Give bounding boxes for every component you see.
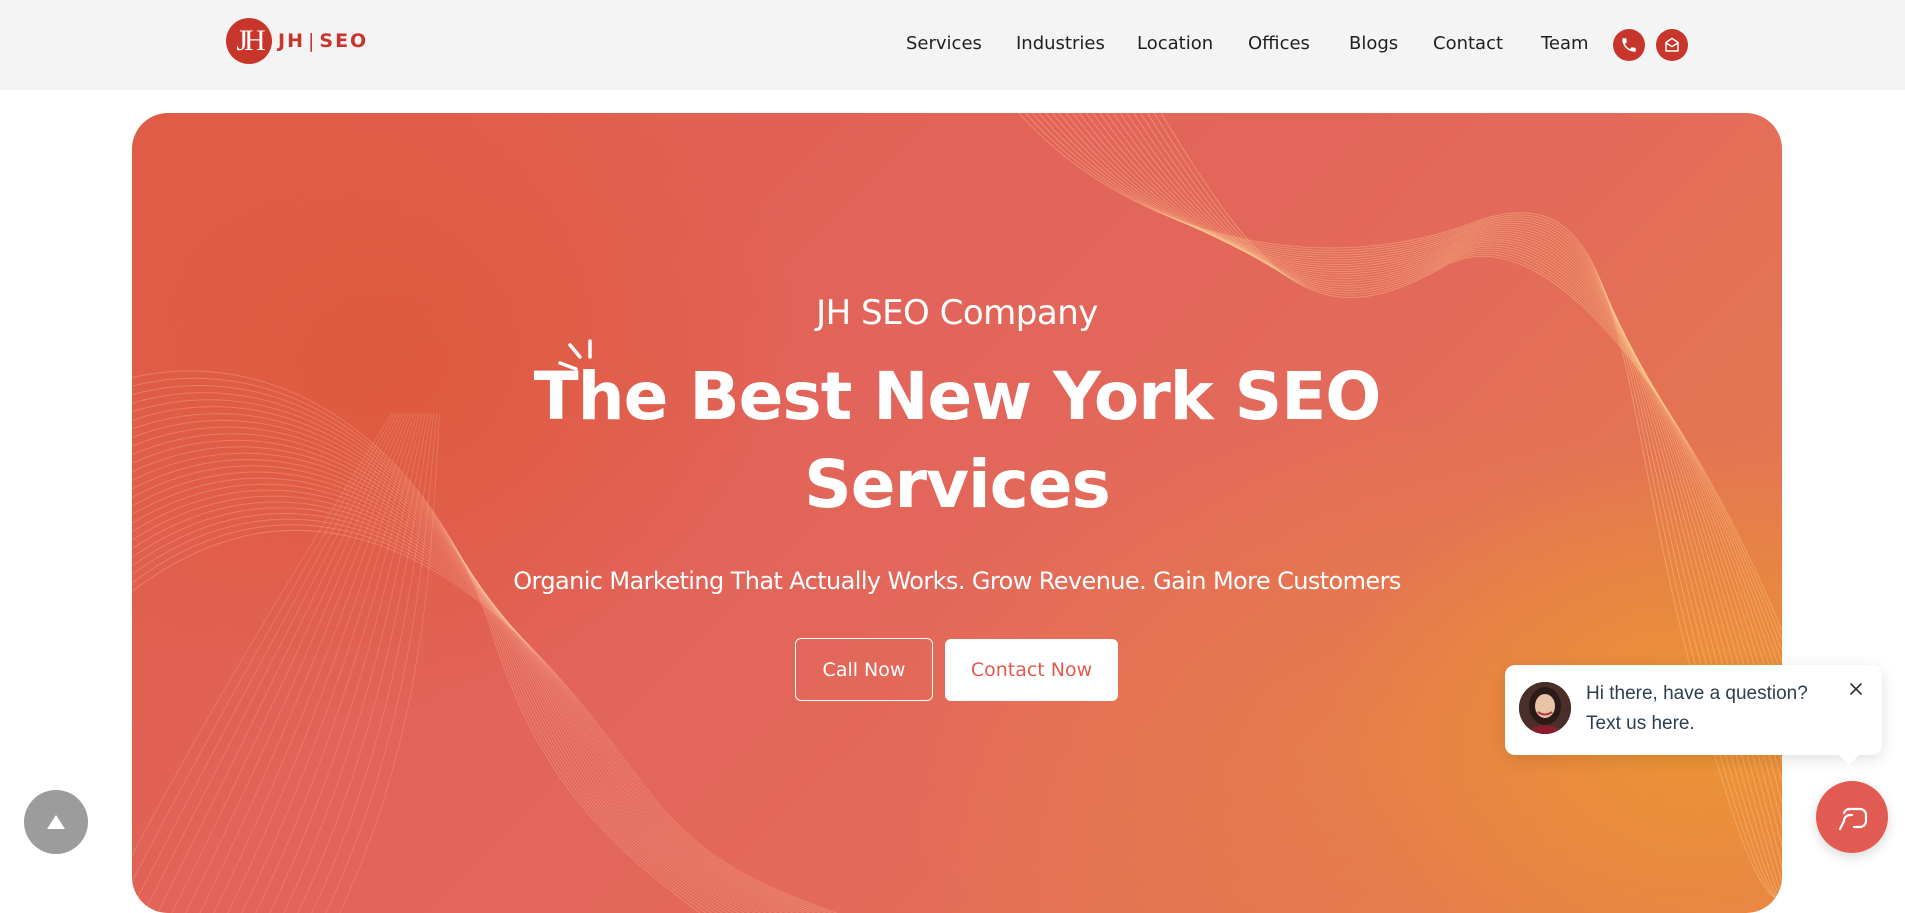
site-logo[interactable]: JH JH | SEO bbox=[226, 18, 368, 64]
nav-item-contact[interactable]: Contact bbox=[1433, 29, 1503, 59]
nav-item-industries[interactable]: Industries bbox=[1016, 29, 1105, 59]
chat-icon bbox=[1838, 807, 1868, 831]
close-icon[interactable] bbox=[1846, 679, 1866, 699]
chat-launcher-button[interactable] bbox=[1816, 781, 1888, 853]
nav-item-location[interactable]: Location bbox=[1137, 29, 1213, 59]
chat-prompt-bubble[interactable]: Hi there, have a question? Text us here. bbox=[1505, 665, 1882, 765]
hero-title: The Best New York SEO Services bbox=[132, 353, 1782, 529]
nav-item-blogs[interactable]: Blogs bbox=[1349, 29, 1398, 59]
mail-icon bbox=[1665, 37, 1679, 52]
agent-avatar-image bbox=[1519, 682, 1571, 734]
hero-subtitle: Organic Marketing That Actually Works. G… bbox=[513, 567, 1401, 595]
hero-eyebrow: JH SEO Company bbox=[816, 293, 1098, 333]
nav-item-services[interactable]: Services bbox=[906, 29, 982, 59]
hero-section: JH SEO Company The Best New York SEO Ser… bbox=[132, 113, 1782, 913]
call-now-button[interactable]: Call Now bbox=[795, 638, 933, 701]
hero-title-line-2: Services bbox=[804, 446, 1111, 523]
contact-now-button[interactable]: Contact Now bbox=[945, 639, 1118, 701]
scroll-to-top-button[interactable] bbox=[24, 790, 88, 854]
chat-prompt-line-2: Text us here. bbox=[1586, 713, 1695, 734]
mail-button[interactable] bbox=[1656, 29, 1688, 61]
chat-prompt-text: Hi there, have a question? Text us here. bbox=[1586, 679, 1836, 739]
logo-mark: JH bbox=[226, 18, 272, 64]
logo-wordmark: JH | SEO bbox=[278, 30, 368, 52]
hero-title-line-1: The Best New York SEO bbox=[533, 358, 1382, 435]
phone-button[interactable] bbox=[1613, 29, 1645, 61]
chat-prompt-line-1: Hi there, have a question? bbox=[1586, 683, 1808, 704]
site-header: JH JH | SEO Services Industries Location O… bbox=[0, 0, 1905, 90]
nav-item-offices[interactable]: Offices bbox=[1248, 29, 1310, 59]
logo-wordmark-left: JH bbox=[278, 30, 305, 52]
phone-icon bbox=[1622, 38, 1636, 52]
logo-wordmark-right: SEO bbox=[319, 30, 369, 52]
logo-wordmark-separator: | bbox=[307, 30, 317, 52]
triangle-up-icon bbox=[47, 815, 65, 829]
nav-item-team[interactable]: Team bbox=[1541, 29, 1589, 59]
agent-avatar bbox=[1519, 682, 1571, 734]
